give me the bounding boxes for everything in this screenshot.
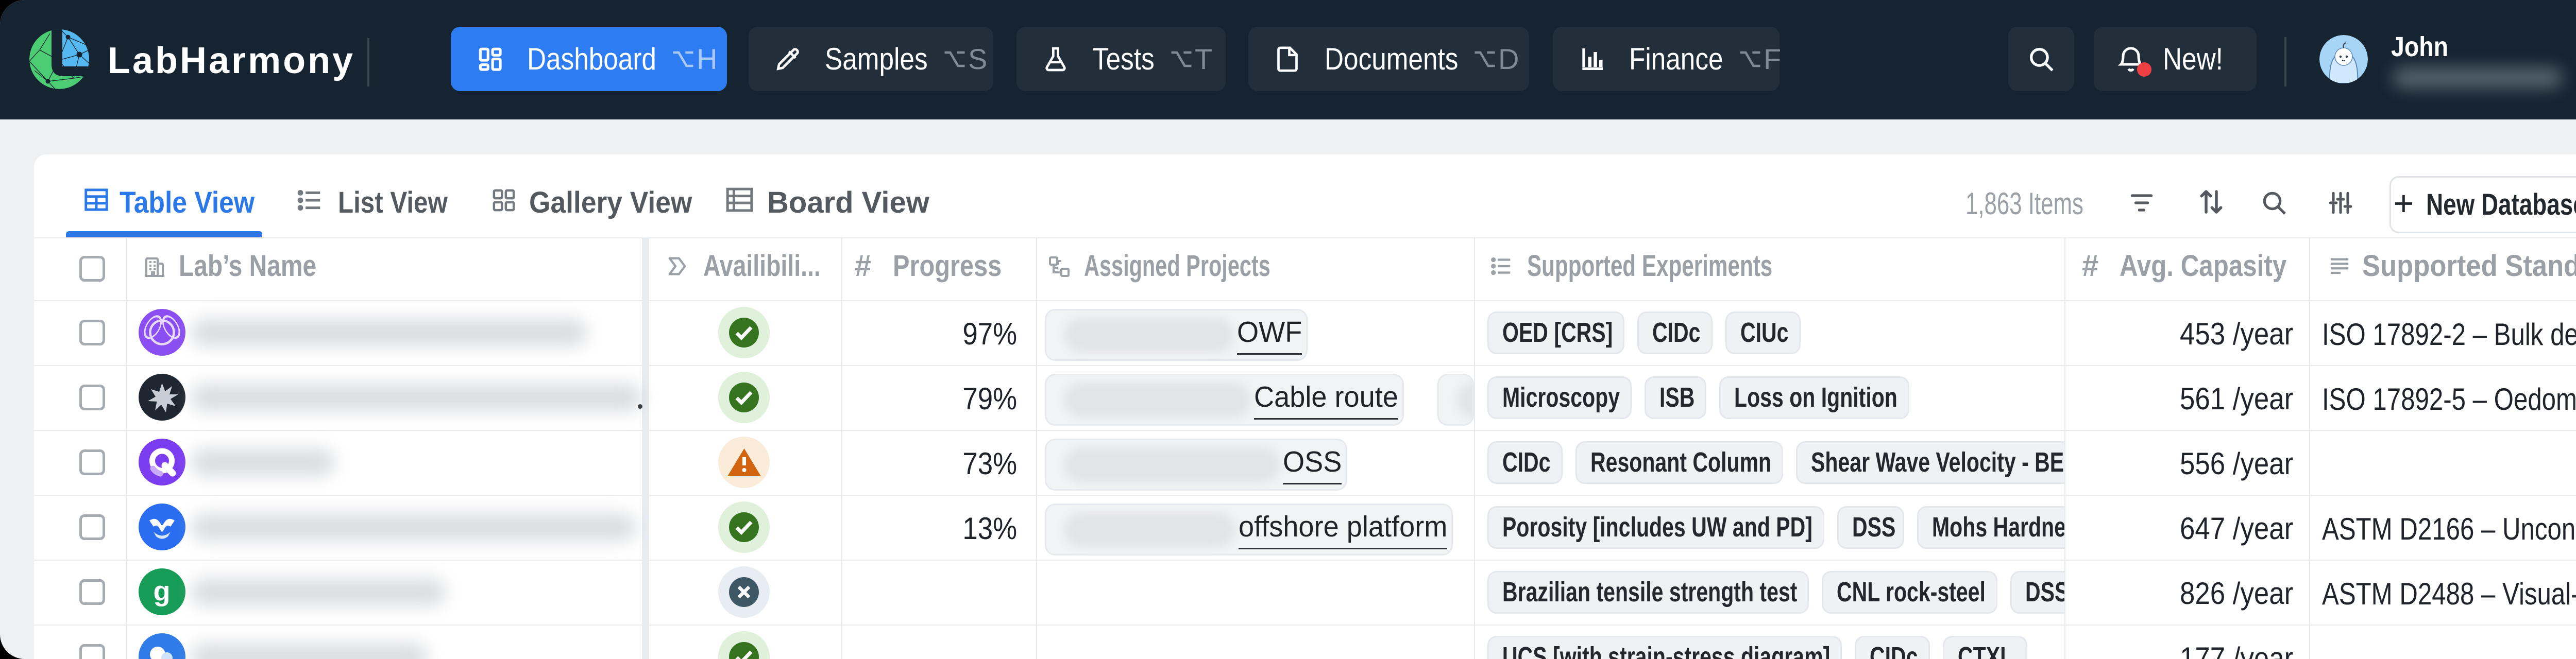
- svg-text:g: g: [154, 576, 171, 607]
